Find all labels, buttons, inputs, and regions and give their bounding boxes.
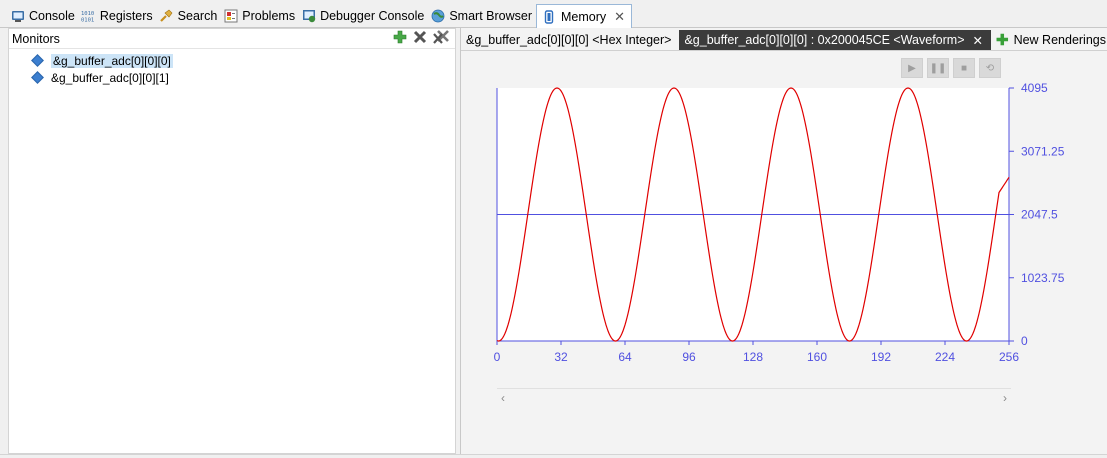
monitors-toolbar bbox=[393, 29, 451, 48]
y-tick-label: 1023.75 bbox=[1021, 271, 1065, 285]
monitors-pane: Monitors &g_buffer_adc[0][0][0] &g_buffe… bbox=[8, 28, 456, 454]
close-icon[interactable]: ✕ bbox=[973, 33, 983, 48]
svg-text:1010: 1010 bbox=[81, 11, 94, 17]
tab-registers-label: Registers bbox=[99, 9, 153, 23]
monitor-item-0[interactable]: &g_buffer_adc[0][0][0] bbox=[29, 52, 455, 69]
tab-problems[interactable]: Problems bbox=[221, 5, 299, 27]
rendering-tab-label: &g_buffer_adc[0][0][0] : 0x200045CE <Wav… bbox=[684, 33, 965, 47]
close-icon[interactable]: ✕ bbox=[614, 9, 625, 25]
status-bar bbox=[0, 454, 1107, 458]
x-tick-label: 0 bbox=[494, 350, 501, 364]
tab-debugger-console-label: Debugger Console bbox=[320, 9, 425, 23]
tab-search[interactable]: Search bbox=[157, 5, 222, 27]
tab-memory[interactable]: Memory ✕ bbox=[535, 4, 633, 28]
stop-button[interactable]: ■ bbox=[953, 58, 975, 78]
tab-debugger-console[interactable]: Debugger Console bbox=[299, 5, 428, 27]
waveform-chart: 0 32 64 96 128 160 192 224 256 0 1023.75 2047.5 307… bbox=[461, 80, 1107, 383]
play-button[interactable]: ▶ bbox=[901, 58, 923, 78]
search-icon bbox=[159, 9, 174, 24]
eclipse-debug-window: Console 1010 0101 Registers Search Proble… bbox=[0, 0, 1107, 458]
renderings-tab-bar: &g_buffer_adc[0][0][0] <Hex Integer> &g_… bbox=[461, 30, 1107, 50]
view-tab-bar: Console 1010 0101 Registers Search Proble… bbox=[0, 4, 1107, 28]
tab-problems-label: Problems bbox=[242, 9, 296, 23]
memory-icon bbox=[542, 9, 557, 24]
new-renderings-tab[interactable]: ✚ New Renderings... bbox=[991, 30, 1107, 50]
svg-text:0101: 0101 bbox=[81, 18, 94, 24]
new-renderings-label: New Renderings... bbox=[1013, 33, 1107, 47]
tab-memory-label: Memory bbox=[560, 9, 607, 24]
x-tick-label: 160 bbox=[807, 350, 827, 364]
x-tick-label: 32 bbox=[554, 350, 568, 364]
x-tick-label: 64 bbox=[618, 350, 632, 364]
monitor-diamond-icon bbox=[31, 54, 44, 67]
console-icon bbox=[10, 9, 25, 24]
tab-search-label: Search bbox=[177, 9, 218, 23]
y-tick-label: 2047.5 bbox=[1021, 208, 1058, 222]
x-tick-label: 224 bbox=[935, 350, 955, 364]
loop-button[interactable]: ⟲ bbox=[979, 58, 1001, 78]
x-tick-label: 96 bbox=[682, 350, 696, 364]
tab-smart-browser-label: Smart Browser bbox=[449, 9, 532, 23]
waveform-svg: 0 32 64 96 128 160 192 224 256 0 1023.75 2047.5 307… bbox=[494, 81, 1065, 364]
monitors-header: Monitors bbox=[9, 29, 455, 49]
rendering-tab-label: &g_buffer_adc[0][0][0] <Hex Integer> bbox=[466, 33, 672, 47]
smart-browser-icon bbox=[430, 9, 445, 24]
x-tick-label: 192 bbox=[871, 350, 891, 364]
add-monitor-icon[interactable] bbox=[393, 30, 407, 47]
monitor-item-1[interactable]: &g_buffer_adc[0][0][1] bbox=[29, 69, 455, 86]
remove-all-monitors-icon[interactable] bbox=[433, 29, 451, 48]
y-tick-label: 4095 bbox=[1021, 81, 1048, 95]
registers-icon: 1010 0101 bbox=[81, 9, 96, 24]
monitor-item-label: &g_buffer_adc[0][0][1] bbox=[51, 70, 169, 85]
tab-registers[interactable]: 1010 0101 Registers bbox=[79, 5, 157, 27]
tab-waveform-rendering[interactable]: &g_buffer_adc[0][0][0] : 0x200045CE <Wav… bbox=[679, 30, 991, 50]
x-tick-label: 128 bbox=[743, 350, 763, 364]
monitors-title: Monitors bbox=[12, 31, 60, 46]
playback-toolbar: ▶ ❚❚ ■ ⟲ bbox=[901, 58, 1001, 78]
scroll-right-icon[interactable]: › bbox=[1003, 391, 1007, 405]
renderings-pane: &g_buffer_adc[0][0][0] <Hex Integer> &g_… bbox=[460, 28, 1107, 454]
tab-console-label: Console bbox=[29, 9, 75, 23]
horizontal-scrollbar[interactable]: ‹ › bbox=[497, 388, 1011, 406]
pause-icon: ❚❚ bbox=[929, 62, 947, 74]
loop-icon: ⟲ bbox=[985, 62, 995, 74]
y-tick-label: 0 bbox=[1021, 334, 1028, 348]
monitor-item-label: &g_buffer_adc[0][0][0] bbox=[51, 53, 173, 68]
problems-icon bbox=[223, 9, 238, 24]
debugger-console-icon bbox=[301, 9, 316, 24]
add-rendering-icon: ✚ bbox=[996, 32, 1009, 49]
stop-icon: ■ bbox=[960, 62, 968, 74]
tab-hex-integer-rendering[interactable]: &g_buffer_adc[0][0][0] <Hex Integer> bbox=[461, 30, 679, 50]
tab-smart-browser[interactable]: Smart Browser bbox=[428, 5, 536, 27]
scroll-left-icon[interactable]: ‹ bbox=[501, 391, 505, 405]
play-icon: ▶ bbox=[908, 62, 916, 74]
x-tick-label: 256 bbox=[999, 350, 1019, 364]
remove-monitor-icon[interactable] bbox=[413, 30, 427, 47]
tab-console[interactable]: Console bbox=[8, 5, 79, 27]
y-tick-label: 3071.25 bbox=[1021, 144, 1065, 158]
separator bbox=[461, 50, 1107, 51]
monitor-diamond-icon bbox=[31, 71, 44, 84]
pause-button[interactable]: ❚❚ bbox=[927, 58, 949, 78]
